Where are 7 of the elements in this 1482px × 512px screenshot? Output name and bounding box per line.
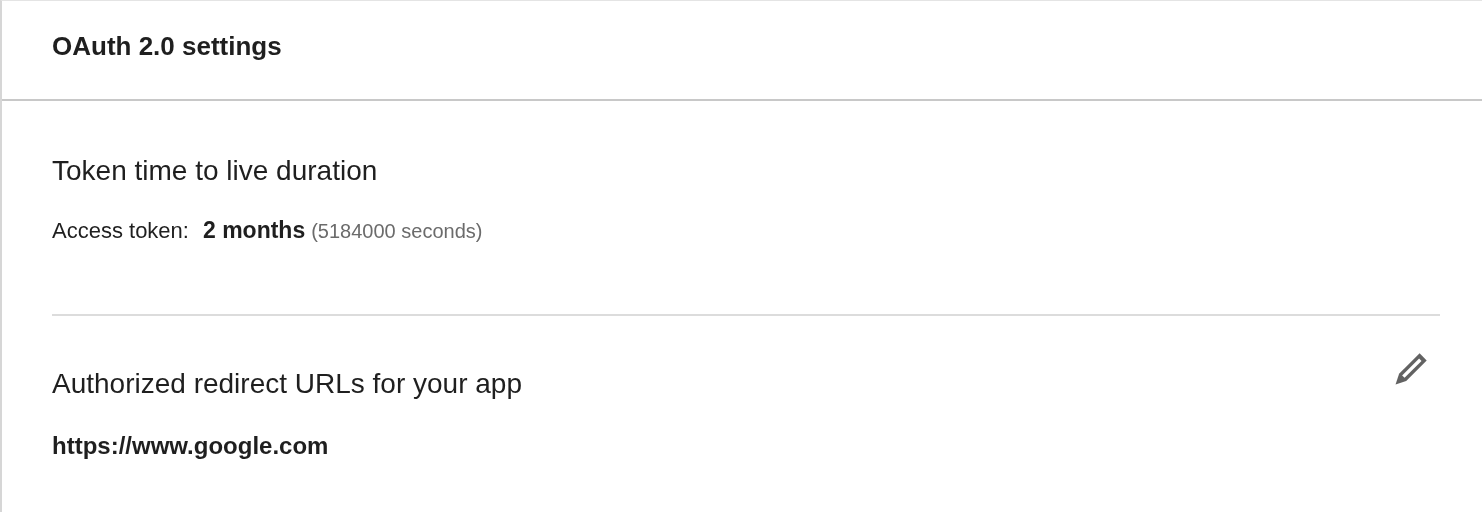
panel-title: OAuth 2.0 settings (52, 30, 282, 62)
section-heading: Token time to live duration (52, 154, 378, 188)
token-seconds: (5184000 seconds) (311, 220, 483, 243)
redirect-url: https://www.google.com (52, 432, 330, 460)
section-heading: Authorized redirect URLs for your app (52, 367, 522, 401)
token-label: Access token: (52, 218, 189, 244)
token-duration: 2 months (202, 217, 306, 244)
